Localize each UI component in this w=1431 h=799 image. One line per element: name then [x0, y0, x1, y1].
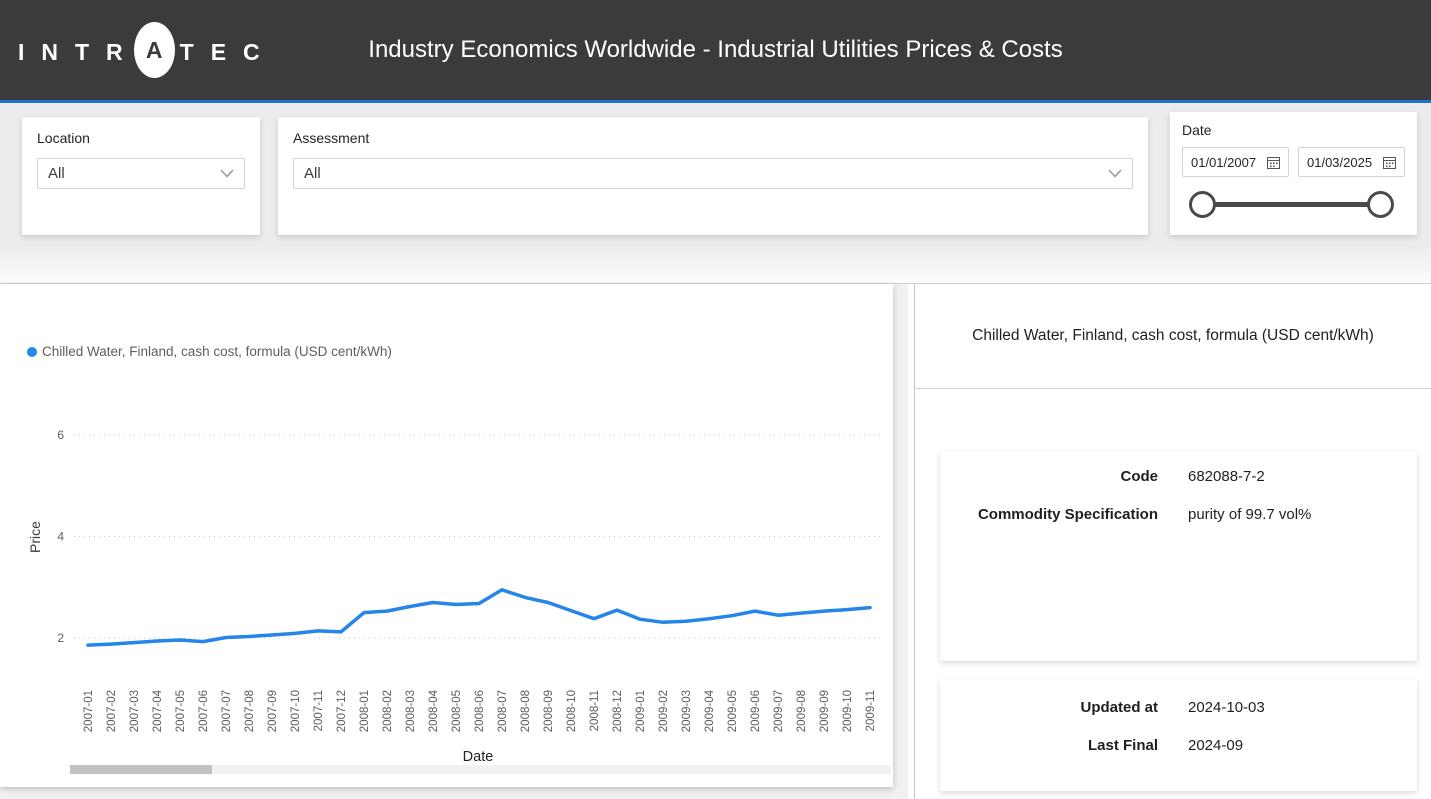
x-tick-label: 2009-03	[681, 690, 693, 732]
location-select-value: All	[48, 165, 65, 182]
x-tick-label: 2007-04	[152, 689, 164, 732]
date-end-input[interactable]	[1307, 155, 1383, 170]
location-filter-card: Location All	[22, 117, 260, 235]
meta-row-updated: Updated at 2024-10-03	[958, 696, 1399, 719]
spec-label: Commodity Specification	[958, 503, 1158, 526]
x-tick-label: 2008-05	[451, 690, 463, 732]
x-tick-label: 2009-07	[773, 690, 785, 732]
x-tick-label: 2009-10	[842, 690, 854, 732]
app-header: INTR A TEC Industry Economics Worldwide …	[0, 0, 1431, 103]
x-tick-label: 2008-12	[612, 690, 624, 732]
x-tick-label: 2007-08	[244, 690, 256, 732]
page-title: Industry Economics Worldwide - Industria…	[368, 36, 1062, 64]
updated-at-value: 2024-10-03	[1188, 696, 1265, 719]
x-tick-label: 2007-03	[129, 690, 141, 732]
location-select[interactable]: All	[37, 158, 245, 189]
details-title: Chilled Water, Finland, cash cost, formu…	[972, 327, 1374, 345]
x-tick-label: 2007-07	[221, 690, 233, 732]
updated-at-label: Updated at	[958, 696, 1158, 719]
x-tick-label: 2009-06	[750, 690, 762, 732]
details-title-block: Chilled Water, Finland, cash cost, formu…	[915, 284, 1431, 389]
assessment-select-value: All	[304, 165, 321, 182]
assessment-select[interactable]: All	[293, 158, 1133, 189]
date-end-field[interactable]	[1298, 147, 1405, 177]
date-slider-track[interactable]	[1202, 202, 1381, 207]
date-filter-label: Date	[1182, 122, 1405, 138]
x-tick-label: 2008-07	[497, 690, 509, 732]
x-tick-label: 2008-08	[520, 690, 532, 732]
date-slider-handle-end[interactable]	[1367, 191, 1394, 218]
x-tick-label: 2008-02	[382, 690, 394, 732]
code-value: 682088-7-2	[1188, 465, 1265, 488]
code-label: Code	[958, 465, 1158, 488]
chart-h-scrollbar[interactable]	[70, 765, 891, 774]
price-line-chart: 2 4 6 2007-01 2007-02 2007-03 2007-04 2007-05 20…	[0, 284, 893, 787]
calendar-icon[interactable]	[1383, 156, 1396, 169]
x-tick-label: 2008-09	[543, 690, 555, 732]
chart-h-scrollbar-thumb[interactable]	[70, 765, 212, 774]
x-tick-label: 2009-04	[704, 689, 716, 732]
date-slider-handle-start[interactable]	[1189, 191, 1216, 218]
price-series-line	[88, 590, 870, 645]
intratec-logo: INTR A TEC	[18, 0, 277, 100]
x-tick-label: 2008-11	[589, 690, 601, 731]
x-tick-label: 2007-10	[290, 690, 302, 732]
x-tick-label: 2007-12	[336, 690, 348, 732]
x-tick-label: 2009-02	[658, 690, 670, 732]
x-tick-label: 2009-01	[635, 690, 647, 732]
meta-row-lastfinal: Last Final 2024-09	[958, 734, 1399, 757]
y-tick-label: 2	[57, 631, 64, 645]
x-tick-label: 2007-02	[106, 690, 118, 732]
update-meta-card: Updated at 2024-10-03 Last Final 2024-09	[940, 679, 1417, 791]
x-tick-label: 2009-05	[727, 690, 739, 732]
info-row-spec: Commodity Specification purity of 99.7 v…	[958, 503, 1399, 526]
x-tick-label: 2009-11	[865, 690, 877, 731]
x-tick-label: 2007-11	[313, 690, 325, 731]
date-range-slider[interactable]	[1182, 187, 1405, 223]
main-content: Chilled Water, Finland, cash cost, formu…	[0, 283, 1431, 799]
location-filter-label: Location	[37, 130, 245, 146]
x-tick-label: 2008-06	[474, 690, 486, 732]
commodity-info-card: Code 682088-7-2 Commodity Specification …	[940, 451, 1417, 661]
x-tick-label: 2009-09	[819, 690, 831, 732]
date-start-input[interactable]	[1191, 155, 1267, 170]
info-row-code: Code 682088-7-2	[958, 465, 1399, 488]
x-tick-label: 2008-10	[566, 690, 578, 732]
calendar-icon[interactable]	[1267, 156, 1280, 169]
date-filter-card: Date	[1170, 112, 1417, 235]
x-tick-label: 2008-01	[359, 690, 371, 732]
y-axis-title: Price	[27, 521, 43, 553]
assessment-filter-label: Assessment	[293, 130, 1133, 146]
chart-zone: Chilled Water, Finland, cash cost, formu…	[0, 284, 908, 799]
assessment-filter-card: Assessment All	[278, 117, 1148, 235]
chevron-down-icon	[220, 169, 234, 178]
x-tick-label: 2009-08	[796, 690, 808, 732]
x-tick-label: 2007-05	[175, 690, 187, 732]
last-final-value: 2024-09	[1188, 734, 1243, 757]
x-axis-title: Date	[463, 749, 494, 765]
logo-letters-pre: INTR	[18, 35, 140, 66]
chevron-down-icon	[1108, 169, 1122, 178]
y-tick-label: 6	[57, 428, 64, 442]
x-tick-label: 2007-01	[83, 690, 95, 732]
logo-letters-post: TEC	[180, 35, 277, 66]
dashboard-page: INTR A TEC Industry Economics Worldwide …	[0, 0, 1431, 799]
x-tick-label: 2007-09	[267, 690, 279, 732]
x-tick-label: 2008-04	[428, 689, 440, 732]
spec-value: purity of 99.7 vol%	[1188, 503, 1311, 526]
x-tick-label: 2007-06	[198, 690, 210, 732]
logo-a-circle-icon: A	[134, 22, 175, 78]
last-final-label: Last Final	[958, 734, 1158, 757]
date-start-field[interactable]	[1182, 147, 1289, 177]
y-tick-label: 4	[57, 530, 64, 544]
details-panel: Chilled Water, Finland, cash cost, formu…	[915, 284, 1431, 799]
price-chart-card: Chilled Water, Finland, cash cost, formu…	[0, 284, 893, 787]
x-tick-label: 2008-03	[405, 690, 417, 732]
filter-strip: Location All Assessment All Date	[0, 106, 1431, 283]
